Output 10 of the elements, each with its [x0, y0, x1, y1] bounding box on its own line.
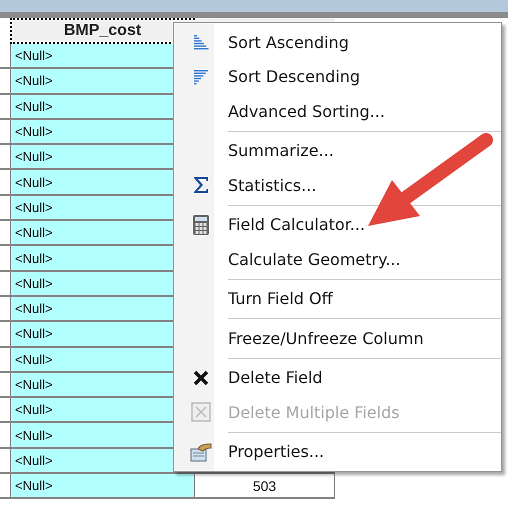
sort-ascending-icon	[193, 33, 209, 52]
table-cell: 503	[195, 474, 335, 500]
properties-icon	[190, 442, 212, 462]
column-header[interactable]: BMP_cost	[10, 18, 195, 44]
table-cell: <Null>	[10, 474, 195, 500]
sigma-icon	[193, 176, 209, 194]
delete-icon	[193, 370, 209, 386]
delete-multiple-icon	[191, 402, 211, 422]
sort-descending-icon	[193, 68, 209, 86]
calculator-icon	[192, 214, 210, 236]
